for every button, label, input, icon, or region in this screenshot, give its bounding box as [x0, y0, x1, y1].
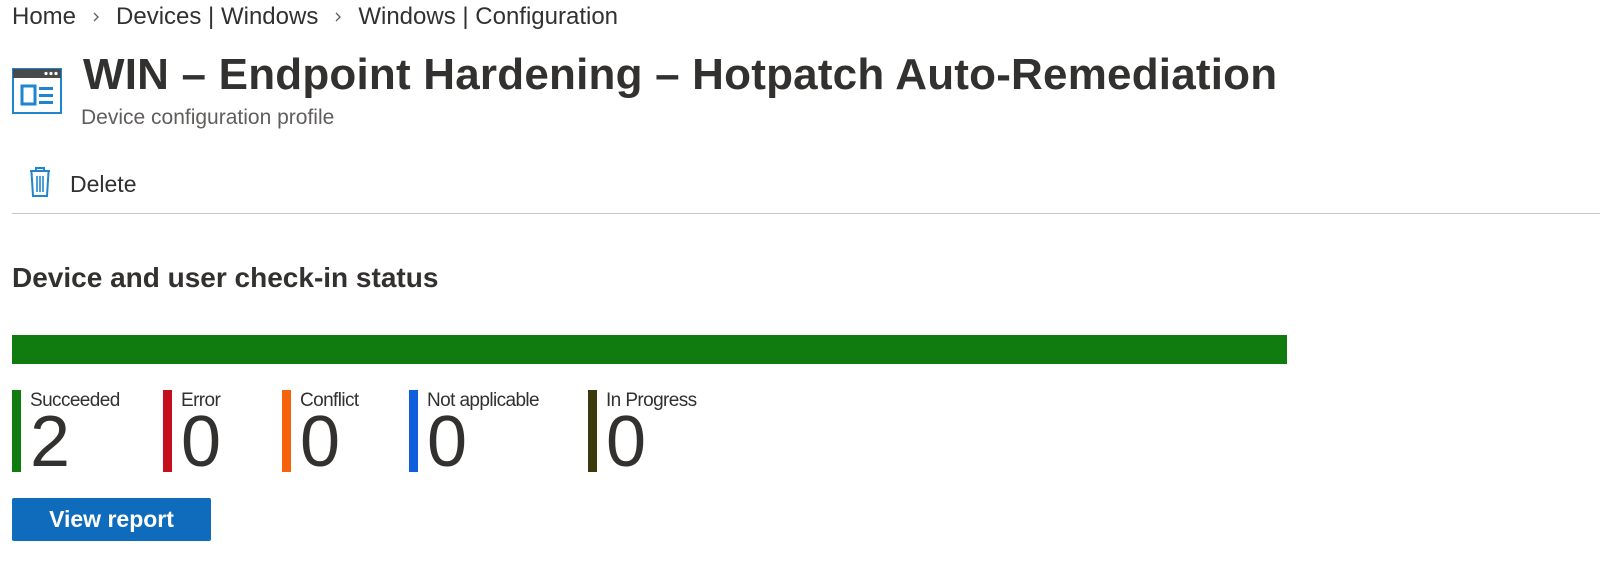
chevron-right-icon: [76, 2, 116, 32]
stat-accent: [588, 390, 597, 472]
status-bar-segment-succeeded: [12, 335, 1287, 364]
breadcrumb-devices-windows[interactable]: Devices | Windows: [116, 3, 318, 31]
configuration-profile-icon: [12, 68, 62, 114]
stat-value: 0: [300, 402, 341, 482]
stat-value: 0: [606, 402, 647, 482]
stat-accent: [409, 390, 418, 472]
status-bar: [12, 335, 1287, 364]
stat-value: 2: [30, 402, 71, 482]
stat-accent: [163, 390, 172, 472]
chevron-right-icon: [318, 2, 358, 32]
breadcrumb: Home Devices | Windows Windows | Configu…: [12, 2, 618, 32]
stat-value: 0: [181, 402, 222, 482]
breadcrumb-home[interactable]: Home: [12, 3, 76, 31]
breadcrumb-windows-configuration[interactable]: Windows | Configuration: [358, 3, 618, 31]
view-report-button[interactable]: View report: [12, 498, 211, 541]
page-subtitle: Device configuration profile: [81, 106, 335, 129]
stat-accent: [282, 390, 291, 472]
trash-icon: [26, 166, 54, 203]
page-title: WIN – Endpoint Hardening – Hotpatch Auto…: [83, 50, 1278, 99]
section-title: Device and user check-in status: [12, 262, 439, 293]
delete-label: Delete: [70, 170, 137, 197]
stat-accent: [12, 390, 21, 472]
delete-button[interactable]: Delete: [26, 164, 136, 204]
stat-value: 0: [427, 402, 468, 482]
toolbar-divider: [12, 213, 1600, 214]
